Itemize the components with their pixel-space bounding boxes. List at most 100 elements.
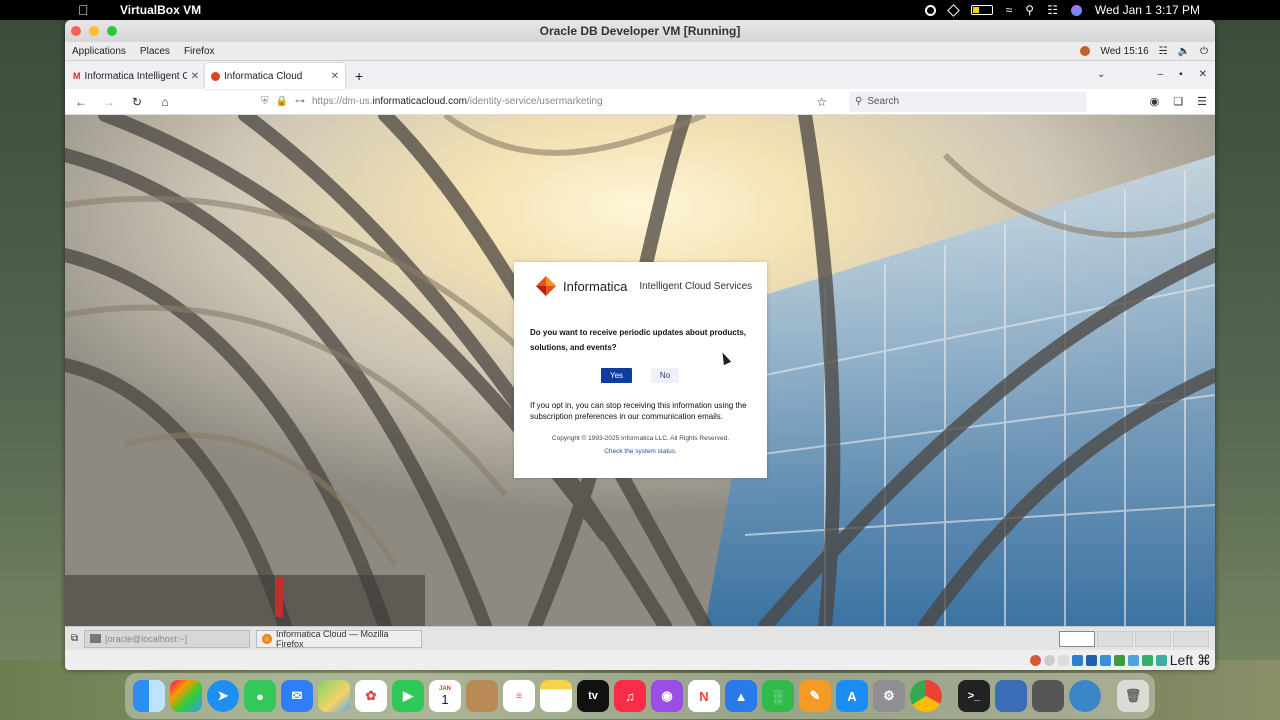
workspace-2[interactable] — [1097, 630, 1133, 647]
photos-icon[interactable]: ✿ — [355, 680, 387, 712]
show-desktop-icon[interactable]: ⧉ — [71, 633, 78, 644]
notes-icon[interactable] — [540, 680, 572, 712]
home-icon[interactable]: ⌂ — [157, 95, 173, 109]
hard-disk-icon[interactable] — [1029, 654, 1041, 666]
search-placeholder: Search — [867, 96, 900, 107]
page-content: Informatica Intelligent Cloud Services D… — [65, 115, 1215, 626]
battery-icon[interactable] — [970, 5, 993, 15]
taskbar-item-firefox[interactable]: Informatica Cloud — Mozilla Firefox — [256, 629, 423, 649]
display-icon[interactable] — [1113, 654, 1125, 666]
facetime-icon[interactable]: ▶ — [392, 680, 424, 712]
host-key-label[interactable]: Left ⌘ — [1170, 652, 1211, 669]
close-icon[interactable]: ✕ — [1199, 69, 1207, 80]
system-settings-icon[interactable]: ⚙ — [873, 680, 905, 712]
workspace-3[interactable] — [1135, 630, 1171, 647]
music-icon[interactable]: ♫ — [614, 680, 646, 712]
power-icon[interactable]: ⏻ — [1200, 46, 1208, 57]
gnome-menu-applications[interactable]: Applications — [72, 46, 126, 57]
optical-drive-icon[interactable] — [1043, 654, 1055, 666]
minimize-window-button[interactable] — [89, 26, 99, 36]
podcasts-icon[interactable]: ◉ — [651, 680, 683, 712]
vm-title: Oracle DB Developer VM [Running] — [539, 24, 741, 38]
new-tab-button[interactable]: + — [345, 63, 373, 89]
informatica-logo: Informatica Intelligent Cloud Services — [535, 275, 752, 297]
messages-icon[interactable]: ● — [244, 680, 276, 712]
mac-dock: ➤ ● ✉ ✿ ▶ JAN 1 ≡ tv ♫ ◉ N ▲ ░ ✎ A ⚙ >_ … — [125, 673, 1155, 719]
permissions-icon[interactable]: ⊶ — [295, 96, 305, 107]
keyboard-capture-icon[interactable] — [1155, 654, 1167, 666]
gnome-menu-places[interactable]: Places — [140, 46, 170, 57]
firefox-tray-icon[interactable] — [1080, 46, 1091, 56]
trash-icon[interactable]: 🗑 — [1117, 680, 1149, 712]
audio-icon[interactable] — [1057, 654, 1069, 666]
yes-button[interactable]: Yes — [601, 368, 632, 383]
siri-icon[interactable] — [1070, 4, 1082, 16]
control-center-icon[interactable]: ☷ — [1047, 3, 1058, 17]
tab-informatica-cloud[interactable]: Informatica Cloud ✕ — [205, 63, 345, 89]
maps-icon[interactable] — [318, 680, 350, 712]
bookmark-star-icon[interactable]: ☆ — [816, 95, 827, 109]
menu-icon[interactable]: ☰ — [1197, 95, 1207, 108]
wifi-icon[interactable]: ≈ — [1006, 3, 1013, 17]
keynote-icon[interactable]: ▲ — [725, 680, 757, 712]
back-icon[interactable]: ← — [73, 95, 89, 109]
account-icon[interactable]: ◉ — [1150, 95, 1160, 108]
workspace-4[interactable] — [1173, 630, 1209, 647]
news-icon[interactable]: N — [688, 680, 720, 712]
list-all-tabs-icon[interactable]: ⌄ — [1097, 69, 1105, 80]
lock-icon[interactable]: 🔒 — [276, 96, 288, 107]
network-adapter-icon[interactable] — [1071, 654, 1083, 666]
network-icon[interactable]: ☵ — [1159, 46, 1168, 57]
usb-icon[interactable] — [1085, 654, 1097, 666]
gnome-clock[interactable]: Wed 15:16 — [1100, 46, 1148, 57]
minimize-icon[interactable]: – — [1158, 69, 1164, 80]
extensions-icon[interactable]: ❏ — [1173, 95, 1183, 108]
virtualbox-status-bar: Left ⌘ — [65, 650, 1215, 670]
safari-icon[interactable]: ➤ — [207, 680, 239, 712]
volume-icon[interactable]: 🔈 — [1178, 46, 1190, 57]
maximize-icon[interactable]: ▪ — [1179, 69, 1183, 80]
numbers-icon[interactable]: ░ — [762, 680, 794, 712]
workspace-1[interactable] — [1059, 630, 1095, 647]
quicktime-icon[interactable] — [1069, 680, 1101, 712]
reminders-icon[interactable]: ≡ — [503, 680, 535, 712]
apple-tv-icon[interactable]: tv — [577, 680, 609, 712]
brand-name: Informatica — [563, 278, 628, 294]
recording-icon[interactable] — [1127, 654, 1139, 666]
mouse-integration-icon[interactable] — [1141, 654, 1153, 666]
close-tab-icon[interactable]: ✕ — [331, 71, 339, 82]
finder-icon[interactable] — [133, 680, 165, 712]
apple-icon[interactable]:  — [78, 2, 100, 18]
shared-folders-icon[interactable] — [1099, 654, 1111, 666]
forward-icon[interactable]: → — [101, 95, 117, 109]
app-name[interactable]: VirtualBox VM — [120, 3, 201, 17]
tab-informatica-intelligent[interactable]: M Informatica Intelligent Clo ✕ — [67, 63, 205, 89]
copyright-text: Copyright © 1993-2025 Informatica LLC. A… — [551, 435, 730, 442]
terminal-app-icon[interactable]: >_ — [958, 680, 990, 712]
app-store-icon[interactable]: A — [836, 680, 868, 712]
search-icon[interactable]: ⚲ — [1025, 3, 1034, 17]
calendar-icon[interactable]: JAN 1 — [429, 680, 461, 712]
system-status-link[interactable]: Check the system status. — [514, 448, 767, 455]
cube-icon[interactable] — [946, 3, 960, 17]
url-bar[interactable]: ⛨ 🔒 ⊶ https://dm-us.informaticacloud.com… — [261, 92, 827, 112]
pages-icon[interactable]: ✎ — [799, 680, 831, 712]
reload-icon[interactable]: ↻ — [129, 95, 145, 109]
taskbar-item-terminal[interactable]: [oracle@localhost:~] — [84, 629, 251, 648]
contacts-icon[interactable] — [466, 680, 498, 712]
close-tab-icon[interactable]: ✕ — [191, 71, 199, 82]
gnome-menu-firefox[interactable]: Firefox — [184, 46, 215, 57]
vm-preview-icon[interactable] — [1032, 680, 1064, 712]
no-button[interactable]: No — [651, 368, 679, 383]
vm-title-bar[interactable]: Oracle DB Developer VM [Running] — [65, 20, 1215, 42]
zoom-window-button[interactable] — [107, 26, 117, 36]
launchpad-icon[interactable] — [170, 680, 202, 712]
record-icon[interactable] — [924, 4, 936, 16]
chrome-icon[interactable] — [910, 680, 942, 712]
menubar-clock[interactable]: Wed Jan 1 3:17 PM — [1095, 3, 1200, 17]
mail-icon[interactable]: ✉ — [281, 680, 313, 712]
search-input[interactable]: ⚲ Search — [849, 91, 1087, 112]
shield-icon[interactable]: ⛨ — [261, 96, 269, 107]
close-window-button[interactable] — [71, 26, 81, 36]
virtualbox-icon[interactable] — [995, 680, 1027, 712]
